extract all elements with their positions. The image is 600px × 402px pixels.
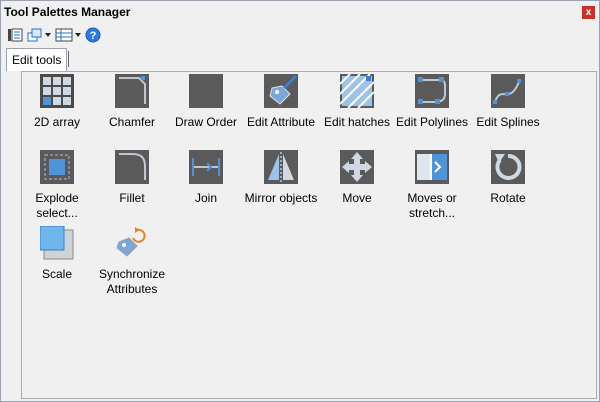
- tool-palette-panel: 2D array Chamfer Draw Order Edit Attribu…: [21, 71, 597, 399]
- tab-edit-tools[interactable]: Edit tools: [6, 48, 68, 71]
- tool-label: Chamfer: [108, 115, 155, 129]
- edit-attribute-icon: [264, 74, 298, 108]
- tool-label: Draw Order: [174, 115, 237, 129]
- list-view-icon: [55, 28, 73, 42]
- tool-label: Synchronize Attributes: [98, 267, 166, 296]
- scale-icon: [40, 226, 74, 260]
- tool-stretch[interactable]: Moves or stretch...: [394, 150, 470, 221]
- explode-icon: [40, 150, 74, 184]
- synchronize-attributes-icon: [115, 226, 149, 260]
- tool-label: Join: [194, 191, 217, 205]
- chevron-down-icon: [45, 33, 51, 37]
- tool-label: Edit Splines: [476, 115, 540, 129]
- tool-chamfer[interactable]: Chamfer: [94, 74, 170, 130]
- tool-edit-polylines[interactable]: Edit Polylines: [394, 74, 470, 130]
- move-icon: [340, 150, 374, 184]
- toolbar: ?: [1, 23, 599, 47]
- tool-label: Moves or stretch...: [407, 191, 457, 220]
- tool-2d-array[interactable]: 2D array: [19, 74, 95, 130]
- close-button[interactable]: x: [582, 5, 595, 19]
- tool-label: Mirror objects: [244, 191, 318, 205]
- tool-scale[interactable]: Scale: [19, 226, 95, 282]
- chevron-down-icon: [75, 33, 81, 37]
- palette-properties-icon: [8, 28, 23, 42]
- tool-label: Edit hatches: [323, 115, 391, 129]
- view-options-button[interactable]: [27, 25, 51, 45]
- array-icon: [40, 74, 74, 108]
- tool-move[interactable]: Move: [319, 150, 395, 206]
- tool-label: Rotate: [490, 191, 526, 205]
- list-view-button[interactable]: [55, 25, 81, 45]
- mirror-icon: [264, 150, 298, 184]
- tab-strip: Edit tools: [1, 47, 599, 71]
- tool-fillet[interactable]: Fillet: [94, 150, 170, 206]
- tool-synchronize-attributes[interactable]: Synchronize Attributes: [94, 226, 170, 297]
- svg-text:?: ?: [90, 30, 97, 42]
- tool-label: Explode select...: [35, 191, 79, 220]
- palette-properties-button[interactable]: [7, 25, 23, 45]
- edit-hatches-icon: [340, 74, 374, 108]
- window-title: Tool Palettes Manager: [4, 5, 131, 19]
- tool-mirror[interactable]: Mirror objects: [243, 150, 319, 206]
- view-options-icon: [27, 28, 42, 42]
- tool-label: Edit Polylines: [395, 115, 469, 129]
- tool-draw-order[interactable]: Draw Order: [168, 74, 244, 130]
- tab-divider: [68, 51, 69, 67]
- tool-explode[interactable]: Explode select...: [19, 150, 95, 221]
- tool-label: Move: [342, 191, 372, 205]
- tool-rotate[interactable]: Rotate: [470, 150, 546, 206]
- tool-label: Fillet: [119, 191, 145, 205]
- tool-edit-attribute[interactable]: Edit Attribute: [243, 74, 319, 130]
- title-bar: Tool Palettes Manager x: [1, 1, 599, 23]
- fillet-icon: [115, 150, 149, 184]
- tool-edit-splines[interactable]: Edit Splines: [470, 74, 546, 130]
- help-button[interactable]: ?: [85, 25, 101, 45]
- tool-label: Scale: [41, 267, 73, 281]
- stretch-icon: [415, 150, 449, 184]
- help-icon: ?: [85, 27, 101, 43]
- chamfer-icon: [115, 74, 149, 108]
- edit-polylines-icon: [415, 74, 449, 108]
- join-icon: [189, 150, 223, 184]
- tool-palettes-window: Tool Palettes Manager x ? Edit tools 2D …: [0, 0, 600, 402]
- tool-join[interactable]: Join: [168, 150, 244, 206]
- draw-order-icon: [189, 74, 223, 108]
- tool-edit-hatches[interactable]: Edit hatches: [319, 74, 395, 130]
- tool-label: 2D array: [33, 115, 80, 129]
- rotate-icon: [491, 150, 525, 184]
- tool-label: Edit Attribute: [246, 115, 316, 129]
- edit-splines-icon: [491, 74, 525, 108]
